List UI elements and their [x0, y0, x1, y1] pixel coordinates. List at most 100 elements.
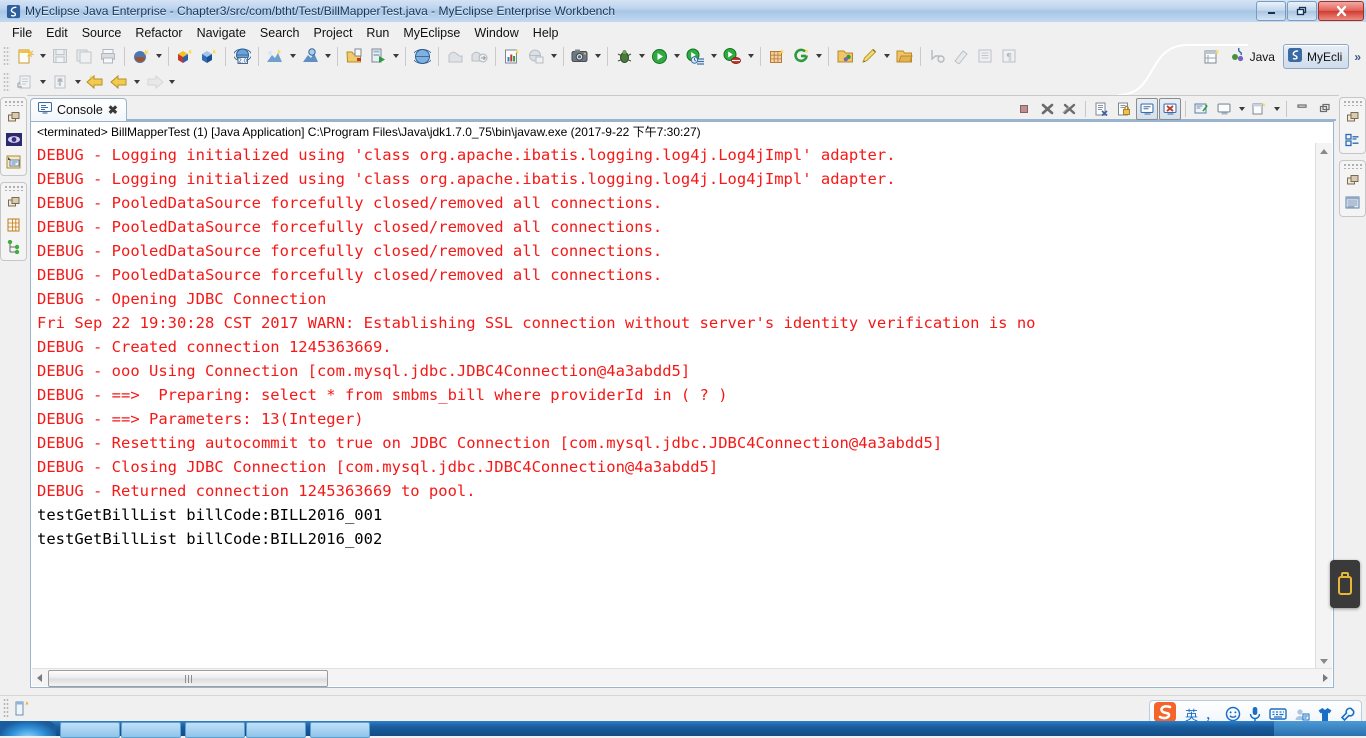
- menu-file[interactable]: File: [5, 24, 39, 42]
- new-wizard-icon[interactable]: [13, 44, 37, 68]
- run-play-icon[interactable]: [647, 44, 671, 68]
- report-icon[interactable]: [500, 44, 524, 68]
- hierarchy-view-icon[interactable]: [3, 236, 24, 257]
- print-icon[interactable]: [96, 44, 120, 68]
- minimize-view-icon[interactable]: [1291, 98, 1313, 120]
- deploy-dropdown-icon[interactable]: [153, 45, 164, 67]
- display-console-dropdown-icon[interactable]: [1236, 98, 1247, 120]
- tab-close-icon[interactable]: ✖: [108, 104, 118, 116]
- system-tray[interactable]: [1274, 721, 1366, 736]
- tab-console[interactable]: Console ✖: [30, 98, 127, 121]
- pin-console-icon[interactable]: [1190, 98, 1212, 120]
- sogou-logo-icon[interactable]: [1152, 700, 1178, 724]
- restore-view-icon[interactable]: [1342, 170, 1363, 191]
- scroll-up-icon[interactable]: [1316, 143, 1332, 159]
- debug-bug-icon[interactable]: [612, 44, 636, 68]
- usb-drive-overlay[interactable]: [1330, 560, 1360, 608]
- toolbar-grip[interactable]: [3, 46, 10, 66]
- console-horizontal-scrollbar[interactable]: [32, 668, 1332, 687]
- restore-button[interactable]: [1287, 1, 1317, 21]
- menu-run[interactable]: Run: [359, 24, 396, 42]
- menu-source[interactable]: Source: [75, 24, 129, 42]
- open-folder-icon[interactable]: [833, 44, 857, 68]
- fast-view-grip[interactable]: [4, 185, 23, 191]
- run-dropdown-icon[interactable]: [671, 45, 682, 67]
- package-icon[interactable]: [443, 44, 467, 68]
- servers-view-icon[interactable]: [3, 214, 24, 235]
- debug-dropdown-icon[interactable]: [636, 45, 647, 67]
- minimize-button[interactable]: [1256, 1, 1286, 21]
- close-button[interactable]: [1318, 1, 1364, 21]
- open-database-explorer-icon[interactable]: [173, 44, 197, 68]
- display-selected-console-icon[interactable]: [1213, 98, 1235, 120]
- toolbar-grip[interactable]: [3, 72, 10, 92]
- run-history-icon[interactable]: [682, 44, 708, 68]
- emoji-icon[interactable]: [1225, 706, 1241, 722]
- run-coverage-icon[interactable]: [719, 44, 745, 68]
- new-table-icon[interactable]: [765, 44, 789, 68]
- new-server-dropdown-icon[interactable]: [287, 45, 298, 67]
- save-all-icon[interactable]: [72, 44, 96, 68]
- previous-annotation-icon[interactable]: [949, 44, 973, 68]
- tools-wrench-icon[interactable]: [1340, 707, 1355, 722]
- clear-console-icon[interactable]: [1090, 98, 1112, 120]
- globe-browser-icon[interactable]: [410, 44, 434, 68]
- snapshot-camera-icon[interactable]: [568, 44, 592, 68]
- import-dropdown-icon[interactable]: [37, 71, 48, 93]
- back-arrow-icon[interactable]: [107, 70, 131, 94]
- menu-window[interactable]: Window: [467, 24, 525, 42]
- smart-insert-icon[interactable]: [13, 699, 33, 722]
- open-perspective-icon[interactable]: [1201, 45, 1225, 69]
- outline-view-icon[interactable]: [3, 151, 24, 172]
- forward-dropdown-icon[interactable]: [166, 71, 177, 93]
- restore-view-icon[interactable]: [1342, 107, 1363, 128]
- soft-keyboard-icon[interactable]: [1269, 707, 1287, 721]
- export-file-icon[interactable]: [48, 70, 72, 94]
- manage-deployments-icon[interactable]: [298, 44, 322, 68]
- status-bar-grip[interactable]: [3, 698, 9, 718]
- scroll-left-icon[interactable]: [32, 669, 46, 686]
- back-dropdown-icon[interactable]: [131, 71, 142, 93]
- import-icon[interactable]: [13, 70, 37, 94]
- toggle-block-selection-icon[interactable]: [973, 44, 997, 68]
- skin-icon[interactable]: [1317, 707, 1333, 722]
- menu-refactor[interactable]: Refactor: [128, 24, 189, 42]
- remove-all-terminated-icon[interactable]: [1059, 98, 1081, 120]
- start-button[interactable]: [0, 721, 56, 736]
- globe-report-icon[interactable]: [524, 44, 548, 68]
- perspective-java[interactable]: Java: [1227, 45, 1281, 68]
- scroll-down-icon[interactable]: [1316, 653, 1332, 669]
- open-folder-2-icon[interactable]: [892, 44, 916, 68]
- pencil-dropdown-icon[interactable]: [881, 45, 892, 67]
- run-coverage-dropdown-icon[interactable]: [745, 45, 756, 67]
- fast-view-grip[interactable]: [1343, 163, 1362, 169]
- open-console-icon[interactable]: [1248, 98, 1270, 120]
- myeclipse-explorer-icon[interactable]: [3, 129, 24, 150]
- new-wizard-dropdown-icon[interactable]: [37, 45, 48, 67]
- restore-view-icon[interactable]: [3, 107, 24, 128]
- show-whitespace-icon[interactable]: ¶: [997, 44, 1021, 68]
- export-dropdown-icon[interactable]: [72, 71, 83, 93]
- run-server-dropdown-icon[interactable]: [390, 45, 401, 67]
- open-type-icon[interactable]: [342, 44, 366, 68]
- save-icon[interactable]: [48, 44, 72, 68]
- menu-edit[interactable]: Edit: [39, 24, 75, 42]
- scroll-right-icon[interactable]: [1318, 669, 1332, 686]
- new-server-wizard-icon[interactable]: [263, 44, 287, 68]
- open-console-dropdown-icon[interactable]: [1271, 98, 1282, 120]
- forward-arrow-icon[interactable]: [142, 70, 166, 94]
- new-generate-icon[interactable]: [789, 44, 813, 68]
- scroll-lock-icon[interactable]: [1113, 98, 1135, 120]
- globe-report-dropdown-icon[interactable]: [548, 45, 559, 67]
- menu-search[interactable]: Search: [253, 24, 307, 42]
- menu-project[interactable]: Project: [307, 24, 360, 42]
- remove-launch-icon[interactable]: [1036, 98, 1058, 120]
- horizontal-scroll-thumb[interactable]: [48, 670, 328, 687]
- manage-deployments-dropdown-icon[interactable]: [322, 45, 333, 67]
- fast-view-grip[interactable]: [1343, 100, 1362, 106]
- console-output[interactable]: DEBUG - Logging initialized using 'class…: [32, 143, 1316, 669]
- show-console-on-error-icon[interactable]: [1159, 98, 1181, 120]
- back-history-icon[interactable]: [83, 70, 107, 94]
- next-annotation-icon[interactable]: [925, 44, 949, 68]
- terminate-icon[interactable]: [1013, 98, 1035, 120]
